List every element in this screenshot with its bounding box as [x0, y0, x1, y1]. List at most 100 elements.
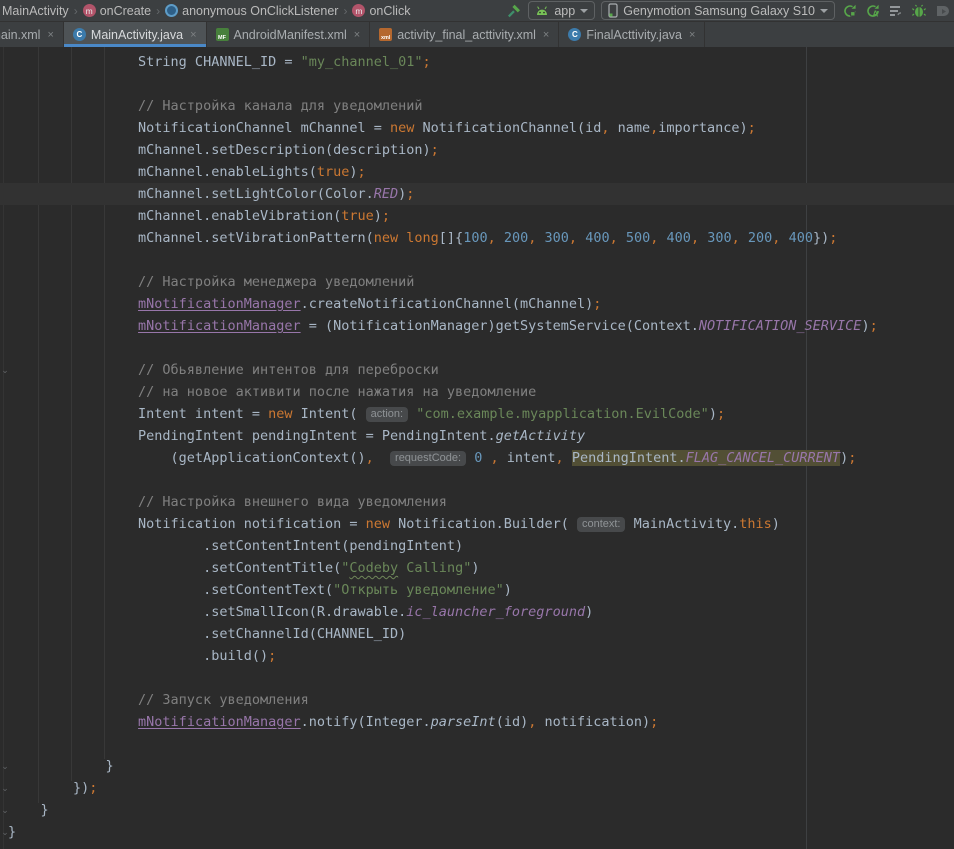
- code-line[interactable]: mChannel.setVibrationPattern(new long[]{…: [0, 227, 954, 249]
- code-token: [658, 230, 666, 246]
- tab-MainActivity.java[interactable]: CMainActivity.java×: [64, 22, 207, 47]
- code-line[interactable]: mChannel.enableLights(true);: [0, 161, 954, 183]
- code-token: ,: [691, 230, 699, 246]
- code-token: ;: [829, 230, 837, 246]
- code-token: // Запуск уведомления: [8, 692, 309, 708]
- code-line[interactable]: .setContentIntent(pendingIntent): [0, 535, 954, 557]
- code-token: [780, 230, 788, 246]
- code-line[interactable]: [0, 73, 954, 95]
- close-icon[interactable]: ×: [190, 29, 196, 41]
- code-line[interactable]: // Настройка менеджера уведомлений: [0, 271, 954, 293]
- tab-ity_main.xml[interactable]: ity_main.xml×: [0, 22, 64, 47]
- tab-label: AndroidManifest.xml: [234, 28, 347, 42]
- code-token: [8, 296, 138, 312]
- breadcrumb-item[interactable]: monClick: [350, 4, 412, 18]
- code-line[interactable]: Intent intent = new Intent( action: "com…: [0, 403, 954, 425]
- code-token: [740, 230, 748, 246]
- fold-marker-icon[interactable]: ⌄: [0, 759, 10, 773]
- code-token: ): [709, 406, 717, 422]
- code-line[interactable]: mNotificationManager.notify(Integer.pars…: [0, 711, 954, 733]
- code-token: ;: [717, 406, 725, 422]
- code-token: [466, 450, 474, 466]
- code-line[interactable]: });: [0, 777, 954, 799]
- code-line[interactable]: .setContentTitle("Codeby Calling"): [0, 557, 954, 579]
- code-line[interactable]: String CHANNEL_ID = "my_channel_01";: [0, 51, 954, 73]
- code-area[interactable]: String CHANNEL_ID = "my_channel_01"; // …: [0, 47, 954, 843]
- code-line[interactable]: mNotificationManager.createNotificationC…: [0, 293, 954, 315]
- close-icon[interactable]: ×: [354, 29, 360, 41]
- attach-debugger-icon[interactable]: [933, 2, 950, 19]
- code-line[interactable]: // Настройка канала для уведомлений: [0, 95, 954, 117]
- fold-marker-icon[interactable]: ⌄: [0, 781, 10, 795]
- debug-icon[interactable]: [910, 2, 927, 19]
- code-line[interactable]: .build();: [0, 645, 954, 667]
- fold-marker-icon[interactable]: ⌄: [0, 825, 10, 839]
- device-dropdown[interactable]: Genymotion Samsung Galaxy S10: [601, 1, 835, 20]
- code-line[interactable]: }: [0, 755, 954, 777]
- code-token: }): [8, 780, 89, 796]
- code-line[interactable]: (getApplicationContext(), requestCode: 0…: [0, 447, 954, 469]
- code-line[interactable]: [0, 469, 954, 491]
- breadcrumb-separator-icon: ›: [156, 4, 160, 18]
- code-token: String CHANNEL_ID =: [8, 54, 301, 70]
- code-line[interactable]: }: [0, 799, 954, 821]
- run-config-dropdown[interactable]: app: [528, 1, 595, 20]
- code-token: // на новое активити после нажатия на ув…: [8, 384, 536, 400]
- parameter-hint: action:: [366, 407, 408, 422]
- tab-AndroidManifest.xml[interactable]: MF AndroidManifest.xml ×: [207, 22, 371, 47]
- build-hammer-icon[interactable]: [505, 2, 522, 19]
- code-token: ;: [268, 648, 276, 664]
- code-line[interactable]: }: [0, 821, 954, 843]
- close-icon[interactable]: ×: [543, 29, 549, 41]
- code-line[interactable]: // Настройка внешнего вида уведомления: [0, 491, 954, 513]
- tab-label: activity_final_acttivity.xml: [397, 28, 536, 42]
- code-token: ;: [382, 208, 390, 224]
- code-line[interactable]: // на новое активити после нажатия на ув…: [0, 381, 954, 403]
- code-token: name: [609, 120, 650, 136]
- apply-code-changes-icon[interactable]: A: [864, 2, 881, 19]
- code-line[interactable]: .setSmallIcon(R.drawable.ic_launcher_for…: [0, 601, 954, 623]
- close-icon[interactable]: ×: [47, 29, 53, 41]
- code-token: mChannel.setDescription(description): [8, 142, 431, 158]
- code-line[interactable]: Notification notification = new Notifica…: [0, 513, 954, 535]
- code-line[interactable]: // Обьявление интентов для переброски: [0, 359, 954, 381]
- profiler-icon[interactable]: [887, 2, 904, 19]
- build-hammer-icon: [506, 3, 522, 19]
- debug-icon: [911, 3, 927, 19]
- code-line[interactable]: // Запуск уведомления: [0, 689, 954, 711]
- code-editor[interactable]: String CHANNEL_ID = "my_channel_01"; // …: [0, 47, 954, 849]
- close-icon[interactable]: ×: [689, 29, 695, 41]
- code-line[interactable]: .setChannelId(CHANNEL_ID): [0, 623, 954, 645]
- code-token: "my_channel_01": [301, 54, 423, 70]
- code-line[interactable]: [0, 337, 954, 359]
- manifest-file-icon: MF: [216, 28, 229, 41]
- breadcrumb-item[interactable]: anonymous OnClickListener: [163, 4, 340, 18]
- code-line[interactable]: [0, 733, 954, 755]
- breadcrumb-label: anonymous OnClickListener: [182, 4, 338, 18]
- code-line[interactable]: [0, 667, 954, 689]
- code-line[interactable]: [0, 249, 954, 271]
- chevron-down-icon: [820, 9, 828, 13]
- code-token: mChannel.setLightColor(Color.: [8, 186, 374, 202]
- code-token: // Настройка внешнего вида уведомления: [8, 494, 447, 510]
- code-line[interactable]: PendingIntent pendingIntent = PendingInt…: [0, 425, 954, 447]
- code-token: Intent(: [292, 406, 365, 422]
- breadcrumb-item[interactable]: monCreate: [81, 4, 153, 18]
- code-line[interactable]: mChannel.enableVibration(true);: [0, 205, 954, 227]
- breadcrumb-item[interactable]: MainActivity: [0, 4, 71, 18]
- tab-FinalActtivity.java[interactable]: CFinalActtivity.java×: [559, 22, 705, 47]
- code-token: NotificationChannel(id: [414, 120, 601, 136]
- code-token: true: [317, 164, 350, 180]
- code-token: [699, 230, 707, 246]
- code-line[interactable]: mChannel.setDescription(description);: [0, 139, 954, 161]
- fold-marker-icon[interactable]: ⌄: [0, 803, 10, 817]
- code-line[interactable]: .setContentText("Открыть уведомление"): [0, 579, 954, 601]
- code-line[interactable]: mNotificationManager = (NotificationMana…: [0, 315, 954, 337]
- fold-marker-icon[interactable]: ⌄: [0, 363, 10, 377]
- breadcrumb-label: onClick: [369, 4, 410, 18]
- code-line[interactable]: NotificationChannel mChannel = new Notif…: [0, 117, 954, 139]
- apply-changes-restart-icon[interactable]: [841, 2, 858, 19]
- tab-activity_final_acttivity.xml[interactable]: xmlactivity_final_acttivity.xml×: [370, 22, 559, 47]
- code-line[interactable]: mChannel.setLightColor(Color.RED);: [0, 183, 954, 205]
- code-token: Notification notification =: [8, 516, 366, 532]
